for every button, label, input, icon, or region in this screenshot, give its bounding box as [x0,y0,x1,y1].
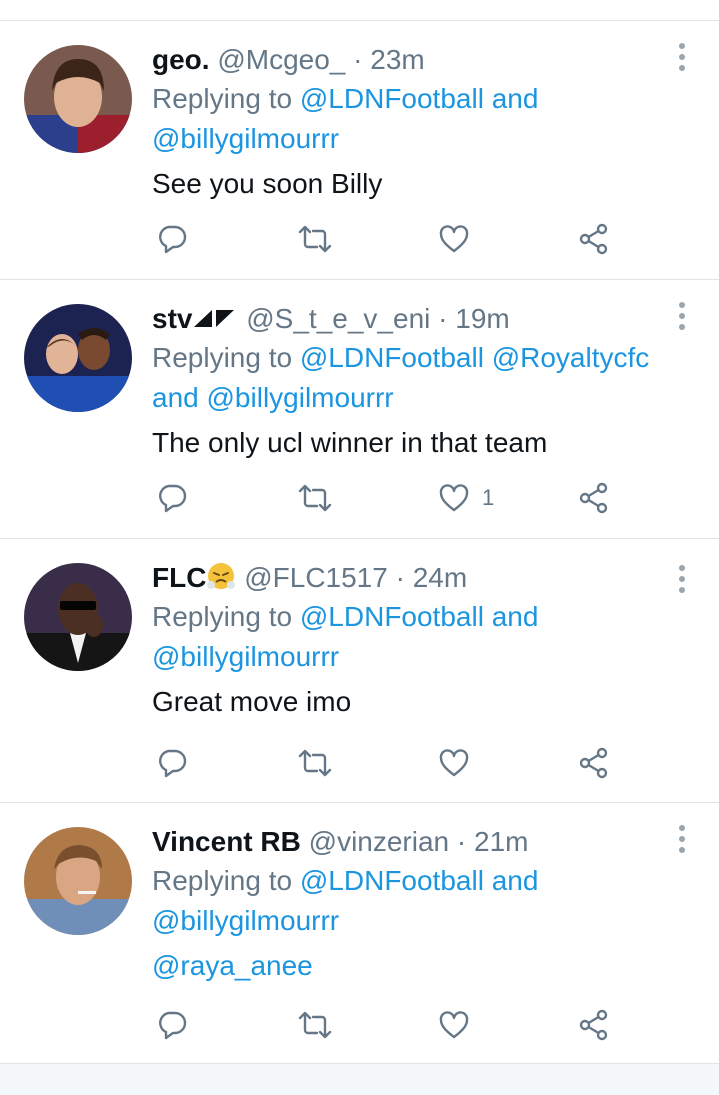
like-button[interactable] [438,743,482,783]
tweet-4[interactable]: Vincent RB @vinzerian · 21m Replying to … [0,803,719,1064]
timestamp[interactable]: 21m [474,826,528,857]
like-count: 1 [482,485,495,510]
retweet-button[interactable] [298,743,332,783]
handle[interactable]: @S_t_e_v_eni [246,303,430,334]
mention-link[interactable]: @billygilmourrr [152,123,339,154]
reply-icon [159,749,187,778]
replying-to-label: Replying to [152,865,293,896]
steam-face-emoji-icon [207,563,236,589]
tweet-text: Great move imo [152,686,352,717]
share-button[interactable] [578,219,610,259]
more-icon[interactable] [675,43,689,75]
tweet-1[interactable]: geo. @Mcgeo_ · 23m Replying to @LDNFootb… [0,21,719,280]
like-icon [439,225,469,253]
reply-icon [159,225,187,254]
replying-to-label: Replying to [152,83,293,114]
and-text: and [152,382,199,413]
tweet-text-mention[interactable]: @raya_anee [152,947,679,985]
share-icon [579,223,608,255]
display-name[interactable]: stv [152,303,192,334]
signal-icon [194,310,235,327]
retweet-button[interactable] [298,478,332,518]
avatar[interactable] [24,304,132,412]
separator-dot: · [353,44,363,75]
timestamp[interactable]: 23m [370,44,424,75]
timestamp[interactable]: 19m [455,303,509,334]
reply-button[interactable] [156,478,188,518]
and-text: and [491,865,539,896]
share-button[interactable] [578,743,610,783]
share-icon [579,747,608,779]
mention-link[interactable]: @Royaltycfc [492,342,650,373]
avatar[interactable] [24,563,132,671]
separator-dot: · [438,303,448,334]
tweet-text: See you soon Billy [152,168,383,199]
tweet-3[interactable]: FLC @FLC1517 · 24m Replying to @LDNFootb… [0,539,719,803]
more-icon[interactable] [675,825,689,857]
like-icon [439,1011,469,1039]
share-button[interactable] [578,478,610,518]
retweet-button[interactable] [298,1005,332,1045]
timestamp[interactable]: 24m [413,562,467,593]
and-text: and [491,601,539,632]
handle[interactable]: @vinzerian [309,826,449,857]
mention-link[interactable]: @billygilmourrr [207,382,394,413]
tweet-2[interactable]: stv @S_t_e_v_eni · 19m Replying to @LDNF… [0,280,719,539]
mention-link[interactable]: @LDNFootball [300,342,484,373]
avatar[interactable] [24,45,132,153]
display-name[interactable]: FLC [152,562,206,593]
separator-dot: · [456,826,467,857]
like-button[interactable]: 1 [438,478,494,518]
retweet-icon [298,1011,332,1039]
reply-icon [159,1011,187,1040]
display-name[interactable]: geo. [152,44,210,75]
mention-link[interactable]: @LDNFootball [300,601,484,632]
footer-band [0,1064,719,1095]
reply-button[interactable] [156,219,188,259]
more-icon[interactable] [675,302,689,334]
mention-link[interactable]: @LDNFootball [300,83,484,114]
like-button[interactable] [438,1005,482,1045]
handle[interactable]: @Mcgeo_ [217,44,345,75]
replying-to-label: Replying to [152,342,293,373]
retweet-button[interactable] [298,219,332,259]
mention-link[interactable]: @LDNFootball [300,865,484,896]
like-button[interactable] [438,219,482,259]
mention-link[interactable]: @billygilmourrr [152,641,339,672]
mention-link[interactable]: @billygilmourrr [152,905,339,936]
display-name[interactable]: Vincent RB [152,826,301,857]
separator-dot: · [395,562,405,593]
reply-button[interactable] [156,743,188,783]
retweet-icon [298,225,332,253]
and-text: and [491,83,539,114]
reply-icon [159,484,187,513]
share-icon [579,1009,608,1041]
avatar[interactable] [24,827,132,935]
handle[interactable]: @FLC1517 [244,562,388,593]
share-button[interactable] [578,1005,610,1045]
share-icon [579,482,608,514]
more-icon[interactable] [675,565,689,597]
tweet-text: The only ucl winner in that team [152,427,548,458]
retweet-icon [298,749,332,777]
like-icon [439,484,469,512]
like-icon [439,749,469,777]
retweet-icon [298,484,332,512]
reply-button[interactable] [156,1005,188,1045]
replying-to-label: Replying to [152,601,293,632]
